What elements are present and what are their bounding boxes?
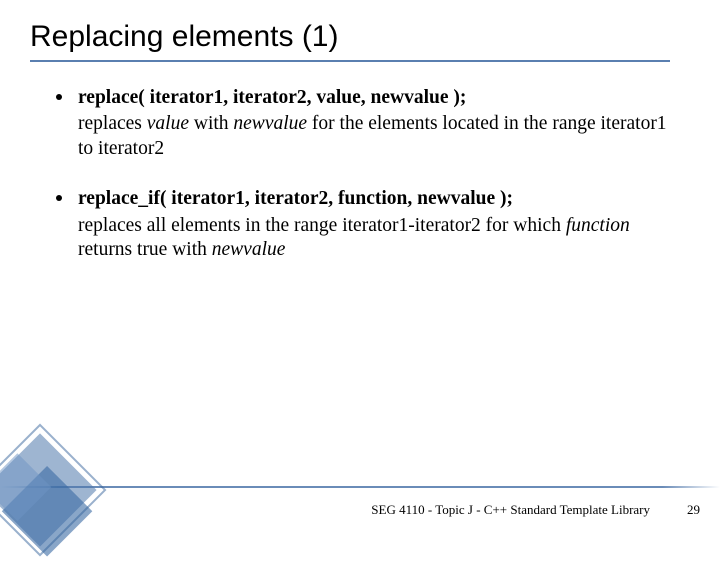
function-signature: replace_if( iterator1, iterator2, functi… [78,187,670,211]
desc-italic: value [147,113,189,134]
desc-text: replaces all elements in the range itera… [78,215,566,236]
footer-text: SEG 4110 - Topic J - C++ Standard Templa… [371,502,650,518]
desc-italic: function [566,215,630,236]
desc-text: with [189,113,233,134]
bullet-item: replace_if( iterator1, iterator2, functi… [78,187,670,262]
desc-text: replaces [78,113,147,134]
desc-italic: newvalue [233,113,307,134]
bullet-dot-icon [56,195,62,201]
function-signature: replace( iterator1, iterator2, value, ne… [78,86,670,110]
content-area: replace( iterator1, iterator2, value, ne… [30,86,690,262]
slide: Replacing elements (1) replace( iterator… [0,0,720,540]
desc-italic: newvalue [212,239,286,260]
decorative-diamond-icon [0,410,170,570]
bullet-dot-icon [56,94,62,100]
function-description: replaces value with newvalue for the ele… [78,112,670,161]
page-number: 29 [687,502,700,518]
title-underline [30,60,670,62]
desc-text: returns true with [78,239,212,260]
bullet-item: replace( iterator1, iterator2, value, ne… [78,86,670,161]
function-description: replaces all elements in the range itera… [78,214,670,263]
slide-title: Replacing elements (1) [30,20,690,54]
footer-divider [0,486,720,488]
